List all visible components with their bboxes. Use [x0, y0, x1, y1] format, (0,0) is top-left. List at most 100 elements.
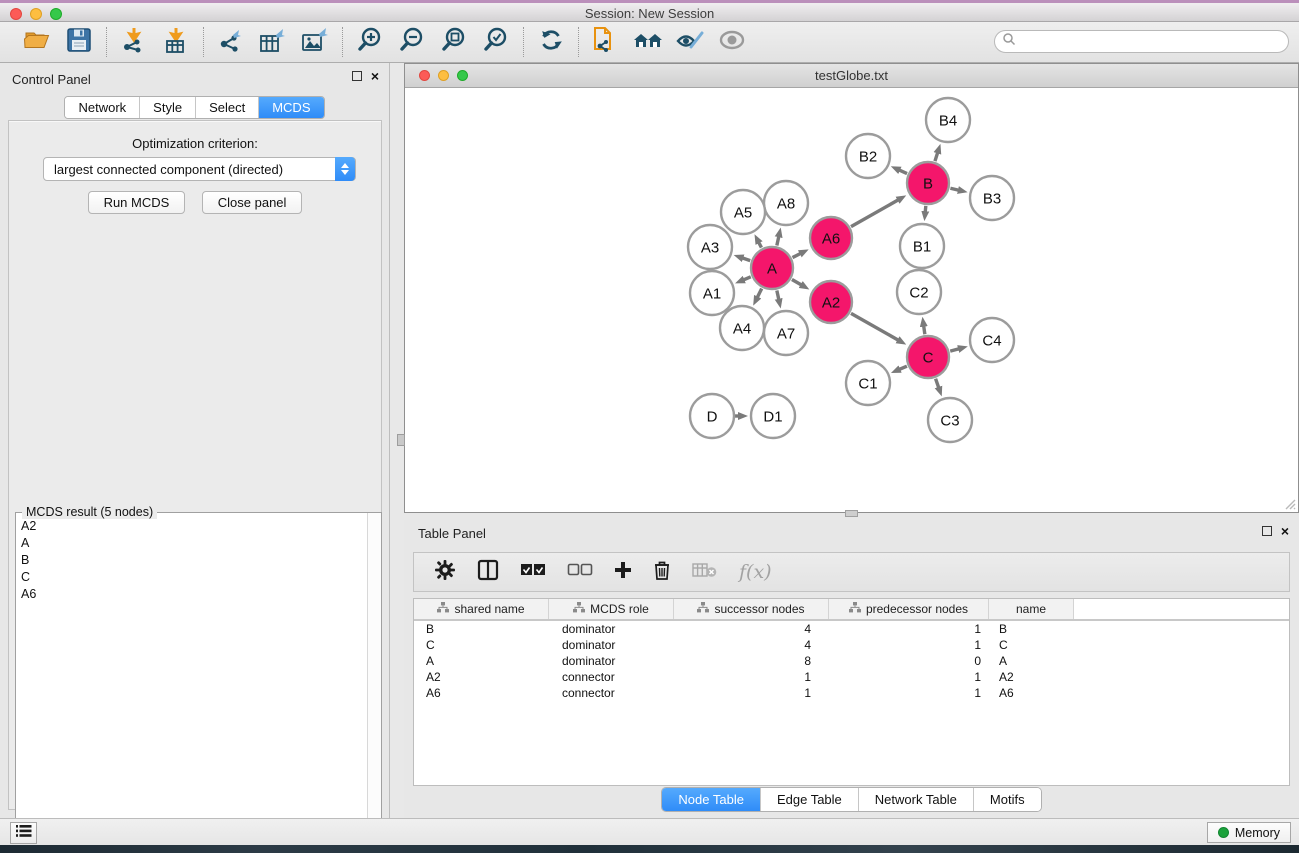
graph-node-B4[interactable]: B4	[926, 98, 970, 142]
graph-edge-A-A3[interactable]	[742, 258, 750, 261]
add-column-button[interactable]	[614, 558, 632, 586]
graph-edge-A2-C[interactable]	[851, 313, 898, 340]
criterion-dropdown[interactable]: largest connected component (directed)	[43, 157, 356, 181]
zoom-selected-button[interactable]	[481, 27, 511, 57]
graph-node-B1[interactable]: B1	[900, 224, 944, 268]
graph-node-C2[interactable]: C2	[897, 270, 941, 314]
column-header-MCDS-role[interactable]: MCDS role	[549, 599, 674, 619]
search-field[interactable]	[994, 30, 1289, 53]
graph-node-A3[interactable]: A3	[688, 225, 732, 269]
table-cell[interactable]: A2	[989, 669, 1074, 685]
graph-node-A7[interactable]: A7	[764, 311, 808, 355]
zoom-in-button[interactable]	[355, 27, 385, 57]
graph-edge-B-B2[interactable]	[899, 170, 907, 174]
graph-node-C4[interactable]: C4	[970, 318, 1014, 362]
graph-edge-C-C1[interactable]	[899, 366, 907, 369]
table-cell[interactable]: A	[414, 653, 549, 669]
table-cell[interactable]: A6	[414, 685, 549, 701]
zoom-out-button[interactable]	[397, 27, 427, 57]
graph-edge-A-A2[interactable]	[792, 279, 802, 285]
column-header-predecessor-nodes[interactable]: predecessor nodes	[829, 599, 989, 619]
graph-edge-A-A6[interactable]	[793, 253, 801, 257]
first-neighbors-button[interactable]	[633, 27, 663, 57]
network-window-titlebar[interactable]: testGlobe.txt	[405, 64, 1298, 88]
hide-details-button[interactable]	[675, 27, 705, 57]
float-panel-icon[interactable]	[352, 71, 362, 81]
close-panel-button[interactable]: Close panel	[202, 191, 303, 214]
table-row[interactable]: A2connector11A2	[414, 669, 1289, 685]
pane-mode-button[interactable]	[477, 558, 499, 586]
tab-network-table[interactable]: Network Table	[858, 788, 973, 811]
table-cell[interactable]: A6	[989, 685, 1074, 701]
import-network-button[interactable]	[119, 27, 149, 57]
graph-node-A4[interactable]: A4	[720, 306, 764, 350]
graph-node-D[interactable]: D	[690, 394, 734, 438]
graph-edge-B-B3[interactable]	[950, 188, 959, 190]
graph-node-B2[interactable]: B2	[846, 134, 890, 178]
graph-edge-C-C3[interactable]	[936, 379, 939, 388]
graph-edge-A6-B[interactable]	[851, 200, 898, 227]
show-details-button[interactable]	[717, 27, 747, 57]
graph-edge-C-C2[interactable]	[924, 326, 925, 335]
tab-style[interactable]: Style	[139, 97, 195, 118]
graph-edge-A-A4[interactable]	[757, 289, 762, 298]
result-item[interactable]: C	[16, 568, 367, 585]
table-cell[interactable]: A	[989, 653, 1074, 669]
function-builder-button[interactable]: f(x)	[739, 558, 772, 586]
graph-node-A5[interactable]: A5	[721, 190, 765, 234]
tab-mcds[interactable]: MCDS	[258, 97, 323, 118]
show-panels-button[interactable]	[10, 822, 37, 844]
graph-edge-C-C4[interactable]	[950, 349, 959, 351]
graph-node-A1[interactable]: A1	[690, 271, 734, 315]
table-cell[interactable]: B	[414, 621, 549, 637]
graph-node-C1[interactable]: C1	[846, 361, 890, 405]
network-canvas-svg[interactable]: B4B2BB3A8A5A6A3B1AA1C2A2A4A7C4CC1C3DD1	[405, 88, 1298, 512]
graph-node-D1[interactable]: D1	[751, 394, 795, 438]
result-item[interactable]: A	[16, 534, 367, 551]
table-cell[interactable]: connector	[549, 669, 674, 685]
graph-node-A[interactable]: A	[751, 247, 793, 289]
tab-node-table[interactable]: Node Table	[662, 788, 760, 811]
tab-network[interactable]: Network	[65, 97, 139, 118]
splitter-handle-left[interactable]	[397, 434, 405, 446]
column-header-name[interactable]: name	[989, 599, 1074, 619]
resize-grip-icon[interactable]	[1282, 496, 1296, 510]
export-network-button[interactable]	[216, 27, 246, 57]
table-cell[interactable]: 1	[674, 685, 829, 701]
table-cell[interactable]: dominator	[549, 653, 674, 669]
graph-node-A8[interactable]: A8	[764, 181, 808, 225]
column-settings-button[interactable]	[434, 558, 456, 586]
splitter-handle-bottom[interactable]	[845, 510, 858, 517]
graph-node-C[interactable]: C	[907, 336, 949, 378]
table-cell[interactable]: 1	[829, 685, 989, 701]
memory-button[interactable]: Memory	[1207, 822, 1291, 843]
close-table-panel-icon[interactable]: ×	[1281, 526, 1289, 536]
table-cell[interactable]: 1	[674, 669, 829, 685]
table-cell[interactable]: dominator	[549, 637, 674, 653]
table-cell[interactable]: dominator	[549, 621, 674, 637]
close-panel-icon[interactable]: ×	[371, 71, 379, 81]
graph-node-A2[interactable]: A2	[810, 281, 852, 323]
search-input[interactable]	[1021, 35, 1288, 49]
table-cell[interactable]: C	[414, 637, 549, 653]
table-cell[interactable]: 1	[829, 637, 989, 653]
table-cell[interactable]: B	[989, 621, 1074, 637]
delete-column-button[interactable]	[653, 558, 671, 586]
table-row[interactable]: Cdominator41C	[414, 637, 1289, 653]
run-mcds-button[interactable]: Run MCDS	[88, 191, 186, 214]
table-cell[interactable]: 1	[829, 621, 989, 637]
graph-node-C3[interactable]: C3	[928, 398, 972, 442]
select-all-button[interactable]	[520, 558, 546, 586]
table-cell[interactable]: C	[989, 637, 1074, 653]
column-header-successor-nodes[interactable]: successor nodes	[674, 599, 829, 619]
zoom-fit-button[interactable]	[439, 27, 469, 57]
table-row[interactable]: Adominator80A	[414, 653, 1289, 669]
graph-edge-A-A7[interactable]	[777, 290, 779, 299]
deselect-all-button[interactable]	[567, 558, 593, 586]
open-session-button[interactable]	[22, 27, 52, 57]
tab-edge-table[interactable]: Edge Table	[760, 788, 858, 811]
table-cell[interactable]: 8	[674, 653, 829, 669]
table-cell[interactable]: 0	[829, 653, 989, 669]
graph-edge-A-A8[interactable]	[777, 236, 779, 245]
result-item[interactable]: B	[16, 551, 367, 568]
